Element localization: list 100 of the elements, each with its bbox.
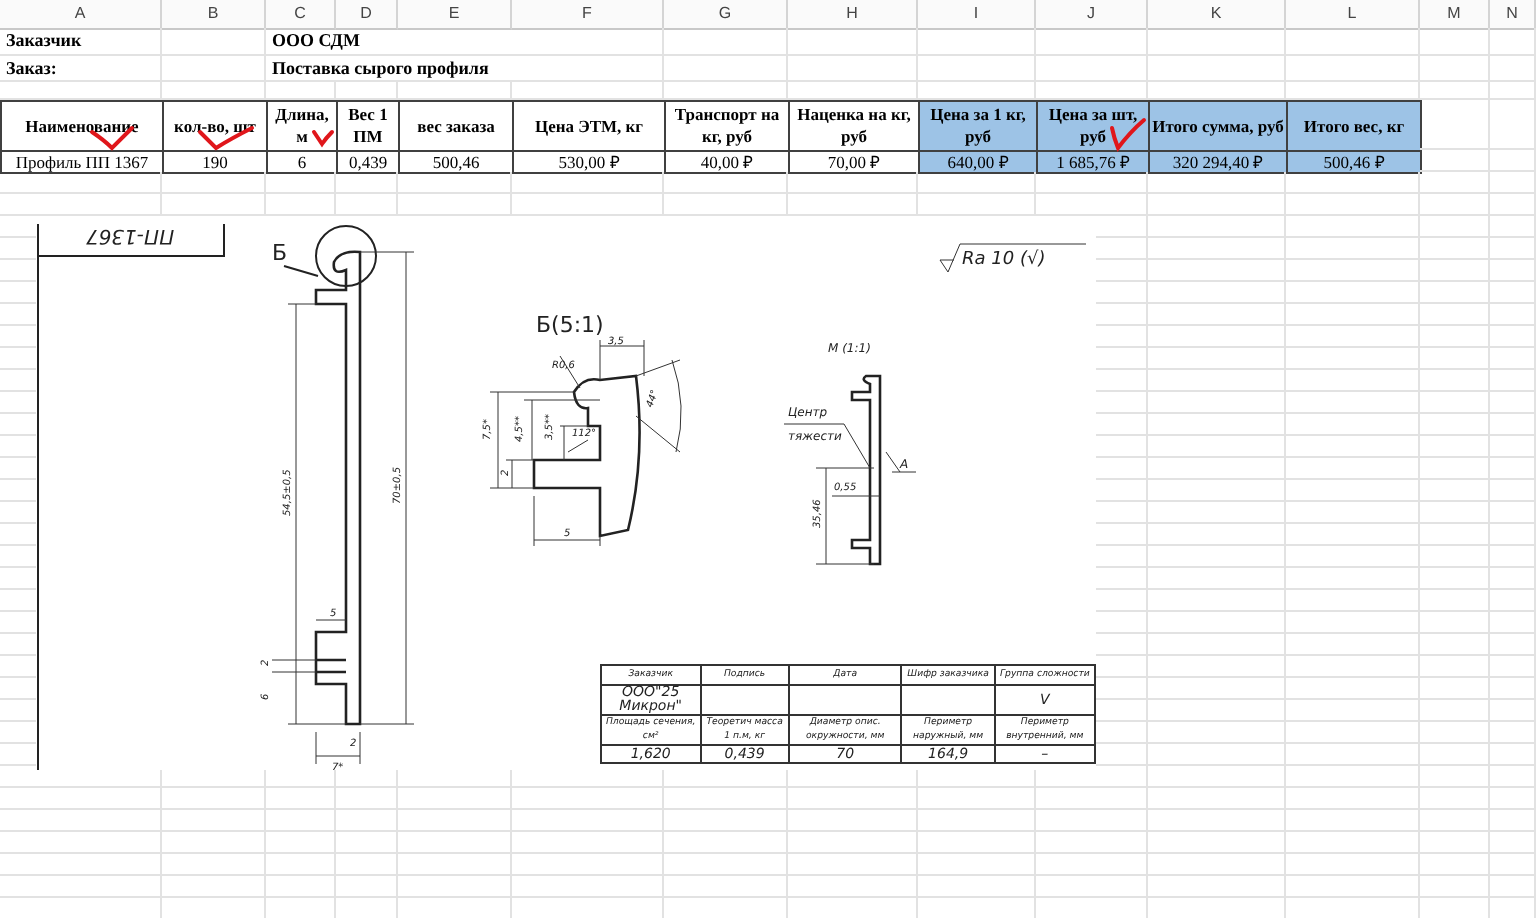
empty-cell[interactable] [162,810,266,832]
empty-cell[interactable] [1420,700,1490,722]
empty-cell[interactable] [1148,56,1286,82]
empty-cell[interactable] [788,876,918,898]
empty-cell[interactable] [1148,876,1286,898]
empty-cell[interactable] [266,172,336,194]
empty-cell[interactable] [1420,370,1490,392]
empty-cell[interactable] [336,788,398,810]
column-header[interactable]: I [918,0,1036,30]
empty-cell[interactable] [512,832,664,854]
empty-cell[interactable] [1490,722,1536,744]
empty-cell[interactable] [918,810,1036,832]
empty-cell[interactable] [788,788,918,810]
empty-cell[interactable] [398,832,512,854]
empty-cell[interactable] [664,172,788,194]
empty-cell[interactable] [1420,458,1490,480]
empty-cell[interactable] [336,810,398,832]
empty-cell[interactable] [512,788,664,810]
empty-cell[interactable] [788,810,918,832]
empty-cell[interactable] [1148,172,1286,194]
empty-cell[interactable] [1148,502,1286,524]
empty-cell[interactable] [162,832,266,854]
empty-cell[interactable] [1286,546,1420,568]
empty-cell[interactable] [1286,458,1420,480]
empty-cell[interactable] [1148,326,1286,348]
empty-cell[interactable] [398,172,512,194]
empty-cell[interactable] [1490,348,1536,370]
empty-cell[interactable] [1420,216,1490,238]
empty-cell[interactable] [1148,722,1286,744]
empty-cell[interactable] [788,172,918,194]
empty-cell[interactable] [1036,810,1148,832]
empty-cell[interactable] [1148,788,1286,810]
empty-cell[interactable] [1286,524,1420,546]
empty-cell[interactable] [664,854,788,876]
empty-cell[interactable] [1286,788,1420,810]
empty-cell[interactable] [1286,810,1420,832]
column-header[interactable]: G [664,0,788,30]
empty-cell[interactable] [1490,216,1536,238]
empty-cell[interactable] [1420,194,1490,216]
empty-cell[interactable] [0,788,162,810]
empty-cell[interactable] [1420,656,1490,678]
empty-cell[interactable] [664,28,788,56]
empty-cell[interactable] [1490,810,1536,832]
column-header[interactable]: F [512,0,664,30]
empty-cell[interactable] [1286,722,1420,744]
empty-cell[interactable] [1286,172,1420,194]
empty-cell[interactable] [1286,326,1420,348]
empty-cell[interactable] [398,810,512,832]
empty-cell[interactable] [512,854,664,876]
empty-cell[interactable] [1148,216,1286,238]
empty-cell[interactable] [1286,612,1420,634]
empty-cell[interactable] [336,876,398,898]
empty-cell[interactable] [918,788,1036,810]
empty-cell[interactable] [918,832,1036,854]
empty-cell[interactable] [1148,744,1286,766]
empty-cell[interactable] [1148,392,1286,414]
empty-cell[interactable] [1148,678,1286,700]
empty-cell[interactable] [1420,56,1490,82]
empty-cell[interactable] [1420,766,1490,788]
empty-cell[interactable] [1036,56,1148,82]
empty-cell[interactable] [1490,56,1536,82]
empty-cell[interactable] [1420,568,1490,590]
empty-cell[interactable] [1286,634,1420,656]
empty-cell[interactable] [1420,480,1490,502]
column-header[interactable]: E [398,0,512,30]
empty-cell[interactable] [1490,282,1536,304]
empty-cell[interactable] [1420,546,1490,568]
empty-cell[interactable] [1420,524,1490,546]
empty-cell[interactable] [1420,810,1490,832]
empty-cell[interactable] [1490,194,1536,216]
empty-cell[interactable] [1490,612,1536,634]
empty-cell[interactable] [1420,326,1490,348]
empty-cell[interactable] [1148,194,1286,216]
empty-cell[interactable] [1420,832,1490,854]
empty-cell[interactable] [1490,480,1536,502]
empty-cell[interactable] [788,832,918,854]
empty-cell[interactable] [336,832,398,854]
empty-cell[interactable] [1286,304,1420,326]
empty-cell[interactable] [336,172,398,194]
empty-cell[interactable] [1286,568,1420,590]
empty-cell[interactable] [1490,260,1536,282]
empty-cell[interactable] [1148,634,1286,656]
empty-cell[interactable] [1148,348,1286,370]
empty-cell[interactable] [1286,392,1420,414]
empty-cell[interactable] [1490,546,1536,568]
column-header[interactable]: L [1286,0,1420,30]
empty-cell[interactable] [398,788,512,810]
empty-cell[interactable] [1148,854,1286,876]
column-header[interactable]: N [1490,0,1536,30]
empty-cell[interactable] [1420,876,1490,898]
column-header[interactable]: D [336,0,398,30]
empty-cell[interactable] [1148,568,1286,590]
empty-cell[interactable] [1490,326,1536,348]
empty-cell[interactable] [664,810,788,832]
empty-cell[interactable] [1286,238,1420,260]
empty-cell[interactable] [1148,810,1286,832]
empty-cell[interactable] [1490,568,1536,590]
empty-cell[interactable] [1036,28,1148,56]
empty-cell[interactable] [1148,766,1286,788]
empty-cell[interactable] [398,854,512,876]
